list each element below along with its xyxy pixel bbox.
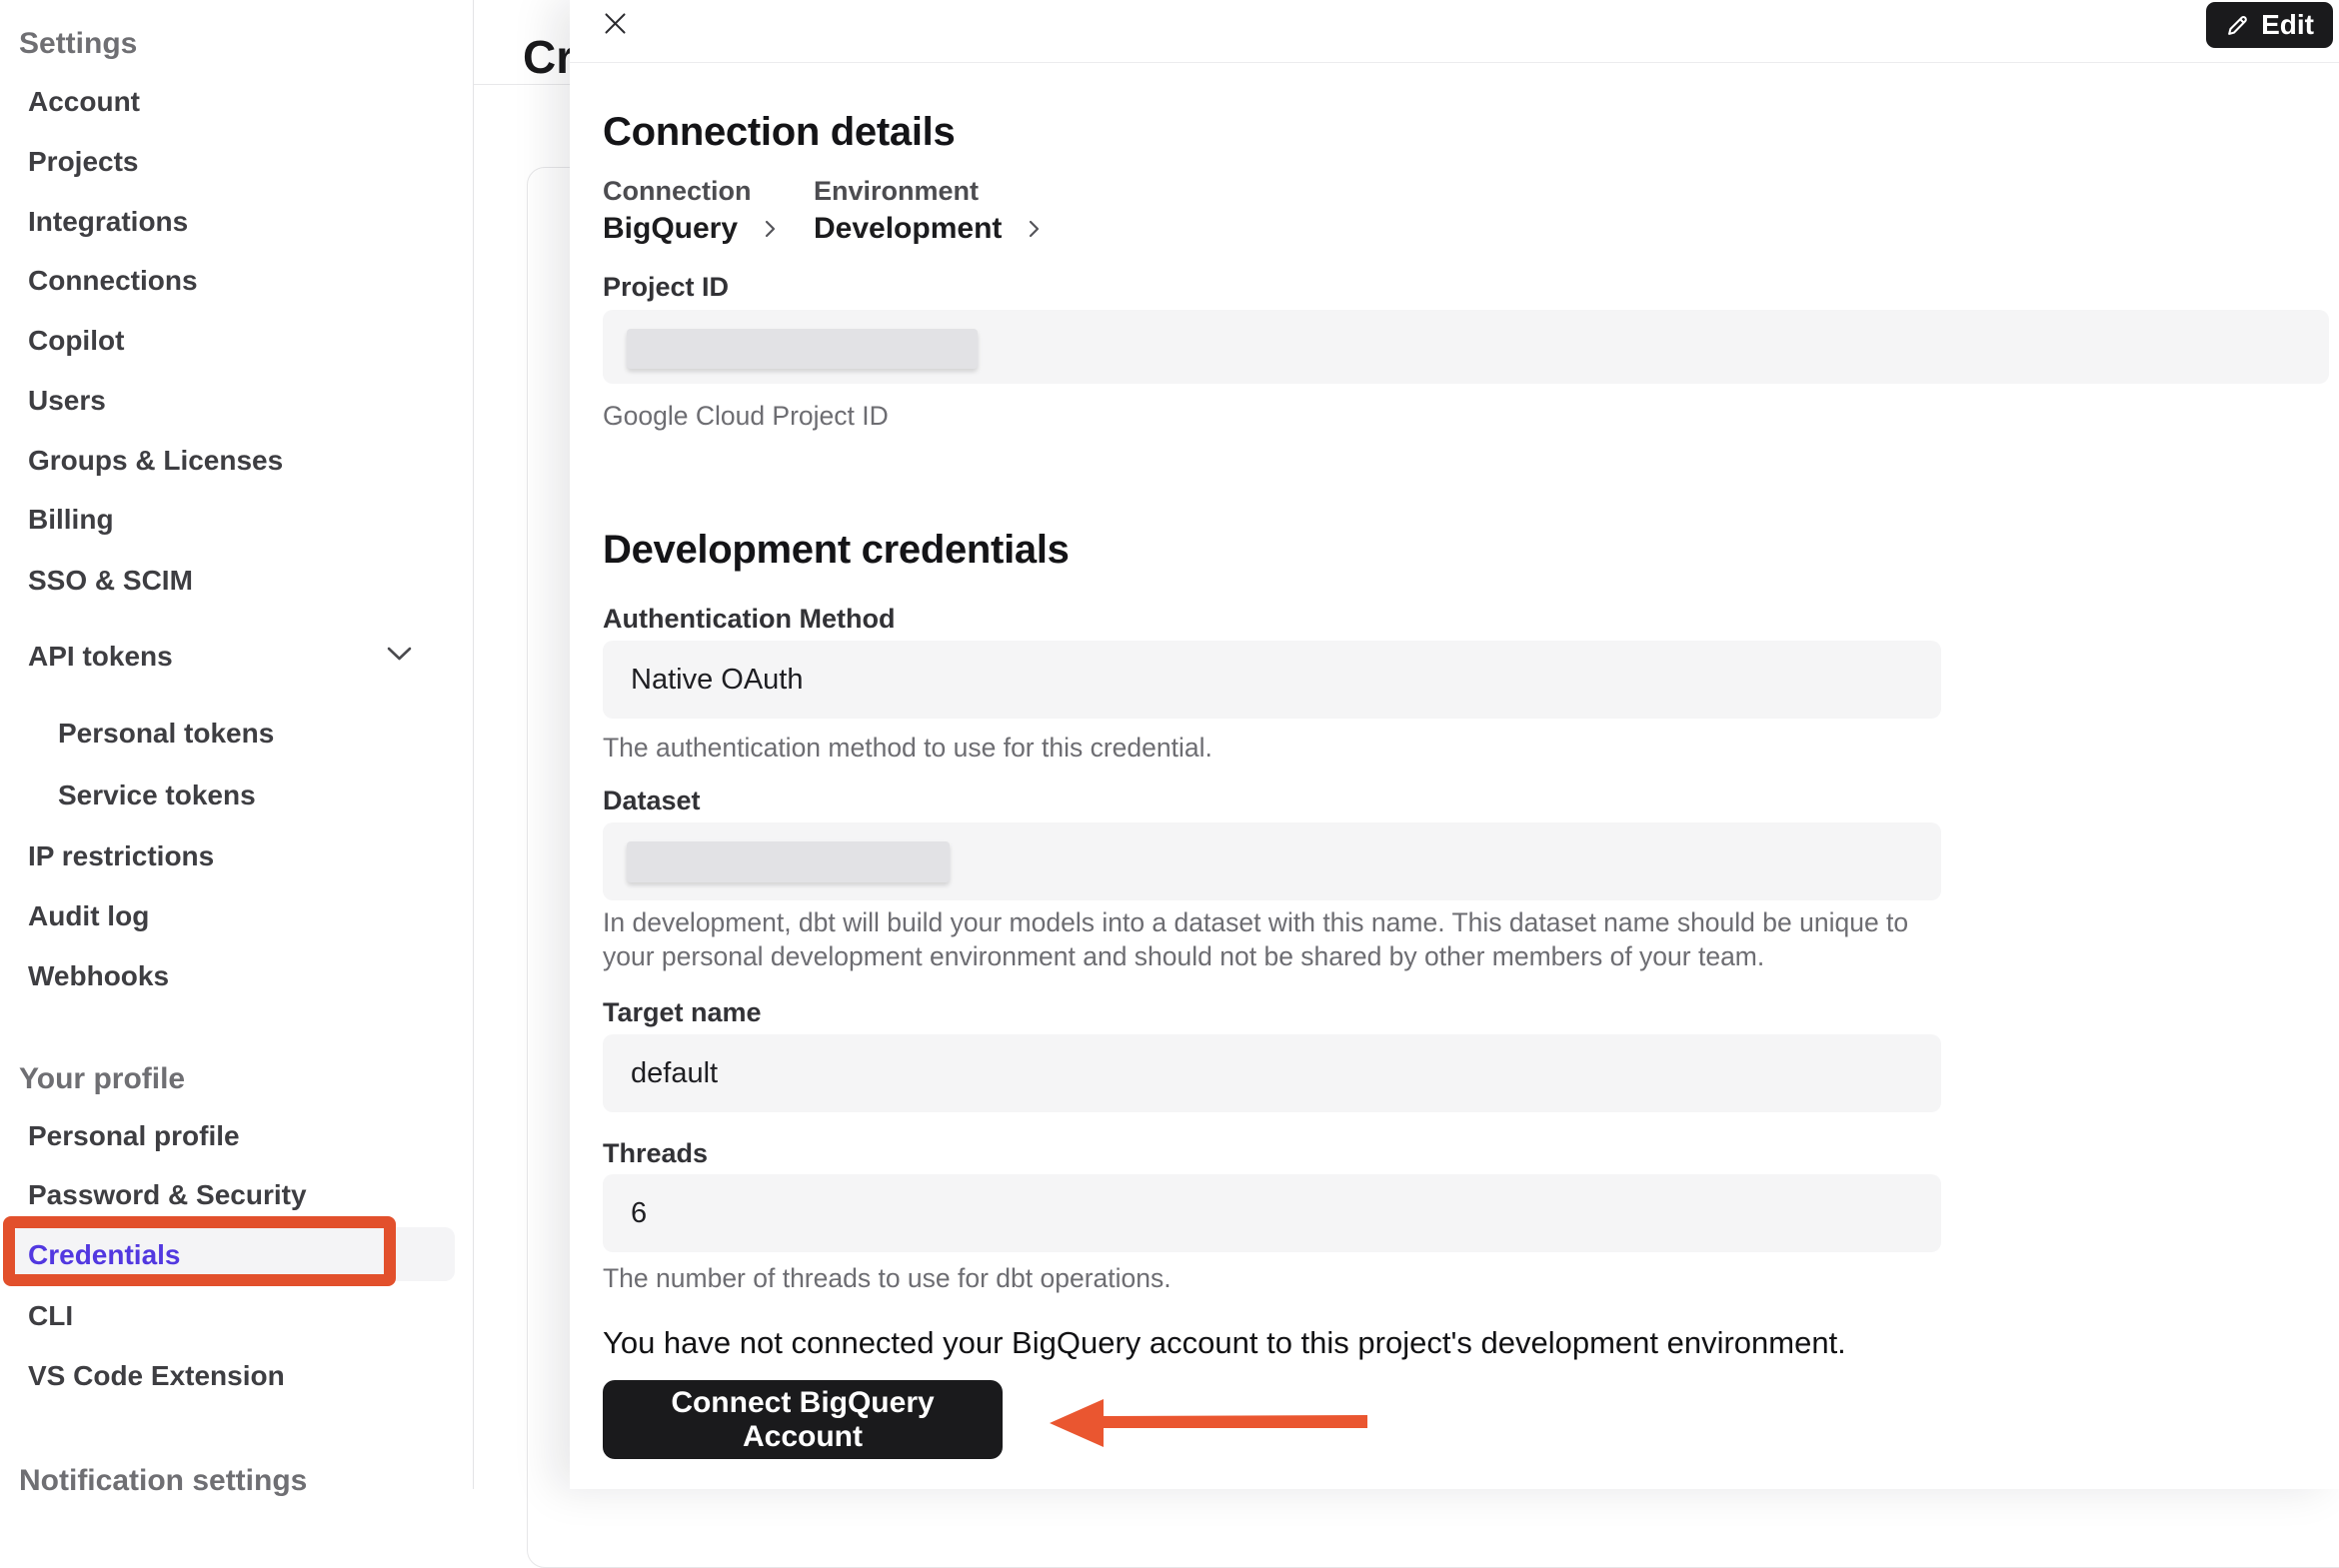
sidebar-item-ip-restrictions[interactable]: IP restrictions <box>28 838 214 874</box>
sidebar-item-cli[interactable]: CLI <box>28 1298 73 1334</box>
sidebar-item-personal-tokens[interactable]: Personal tokens <box>58 716 274 752</box>
chevron-right-icon <box>764 218 777 240</box>
redacted-dataset-value <box>627 841 950 882</box>
threads-input[interactable]: 6 <box>603 1174 1941 1252</box>
settings-sidebar: Settings Account Projects Integrations C… <box>0 0 474 1489</box>
close-icon <box>602 10 629 37</box>
sidebar-item-password-security[interactable]: Password & Security <box>28 1177 307 1213</box>
threads-label: Threads <box>603 1138 708 1169</box>
sidebar-item-service-tokens[interactable]: Service tokens <box>58 778 256 813</box>
redacted-project-id-value <box>627 329 978 369</box>
chevron-right-icon <box>1028 218 1041 240</box>
sidebar-item-connections[interactable]: Connections <box>28 263 198 299</box>
target-name-value: default <box>631 1057 718 1090</box>
sidebar-heading-settings: Settings <box>19 26 137 62</box>
sidebar-item-groups-licenses[interactable]: Groups & Licenses <box>28 443 283 479</box>
sidebar-item-personal-profile[interactable]: Personal profile <box>28 1118 240 1154</box>
project-id-help: Google Cloud Project ID <box>603 399 889 433</box>
sidebar-item-sso-scim[interactable]: SSO & SCIM <box>28 563 193 599</box>
authentication-method-value: Native OAuth <box>631 664 803 697</box>
environment-label: Environment <box>814 176 979 207</box>
connection-details-heading: Connection details <box>603 110 955 155</box>
edit-button-label: Edit <box>2261 9 2314 41</box>
sidebar-item-copilot[interactable]: Copilot <box>28 323 124 359</box>
sidebar-item-account[interactable]: Account <box>28 84 140 120</box>
sidebar-item-api-tokens[interactable]: API tokens <box>28 639 173 675</box>
not-connected-message: You have not connected your BigQuery acc… <box>603 1325 1846 1361</box>
threads-value: 6 <box>631 1197 647 1230</box>
panel-header: Edit <box>570 0 2339 63</box>
sidebar-heading-your-profile: Your profile <box>19 1061 185 1097</box>
chevron-down-icon <box>386 646 413 663</box>
credentials-annotation-box <box>3 1216 396 1286</box>
connection-value: BigQuery <box>603 212 738 246</box>
dataset-help: In development, dbt will build your mode… <box>603 905 1932 973</box>
connection-value-link[interactable]: BigQuery <box>603 212 777 246</box>
development-credentials-heading: Development credentials <box>603 528 1070 573</box>
pencil-icon <box>2225 13 2250 38</box>
page-title: Cr <box>523 30 574 84</box>
connection-label: Connection <box>603 176 752 207</box>
authentication-method-label: Authentication Method <box>603 604 895 635</box>
authentication-method-input[interactable]: Native OAuth <box>603 641 1941 719</box>
connect-bigquery-button[interactable]: Connect BigQuery Account <box>603 1380 1003 1459</box>
sidebar-item-audit-log[interactable]: Audit log <box>28 898 149 934</box>
sidebar-item-vs-code-extension[interactable]: VS Code Extension <box>28 1358 285 1394</box>
arrow-annotation-icon <box>1048 1395 1369 1451</box>
close-button[interactable] <box>600 10 630 40</box>
threads-help: The number of threads to use for dbt ope… <box>603 1261 1171 1295</box>
sidebar-heading-notification-settings: Notification settings <box>19 1463 307 1499</box>
sidebar-item-integrations[interactable]: Integrations <box>28 204 188 240</box>
sidebar-item-users[interactable]: Users <box>28 383 106 419</box>
target-name-label: Target name <box>603 997 762 1028</box>
project-id-label: Project ID <box>603 272 729 303</box>
target-name-input[interactable]: default <box>603 1034 1941 1112</box>
sidebar-item-billing[interactable]: Billing <box>28 502 114 538</box>
dataset-input[interactable] <box>603 822 1941 900</box>
authentication-method-help: The authentication method to use for thi… <box>603 731 1212 765</box>
sidebar-item-webhooks[interactable]: Webhooks <box>28 958 169 994</box>
environment-value-link[interactable]: Development <box>814 212 1041 246</box>
environment-value: Development <box>814 212 1002 246</box>
credential-details-panel: Edit Connection details Connection Envir… <box>570 0 2339 1489</box>
sidebar-item-projects[interactable]: Projects <box>28 144 139 180</box>
dataset-label: Dataset <box>603 785 701 816</box>
project-id-input[interactable] <box>603 310 2329 384</box>
edit-button[interactable]: Edit <box>2206 2 2333 48</box>
